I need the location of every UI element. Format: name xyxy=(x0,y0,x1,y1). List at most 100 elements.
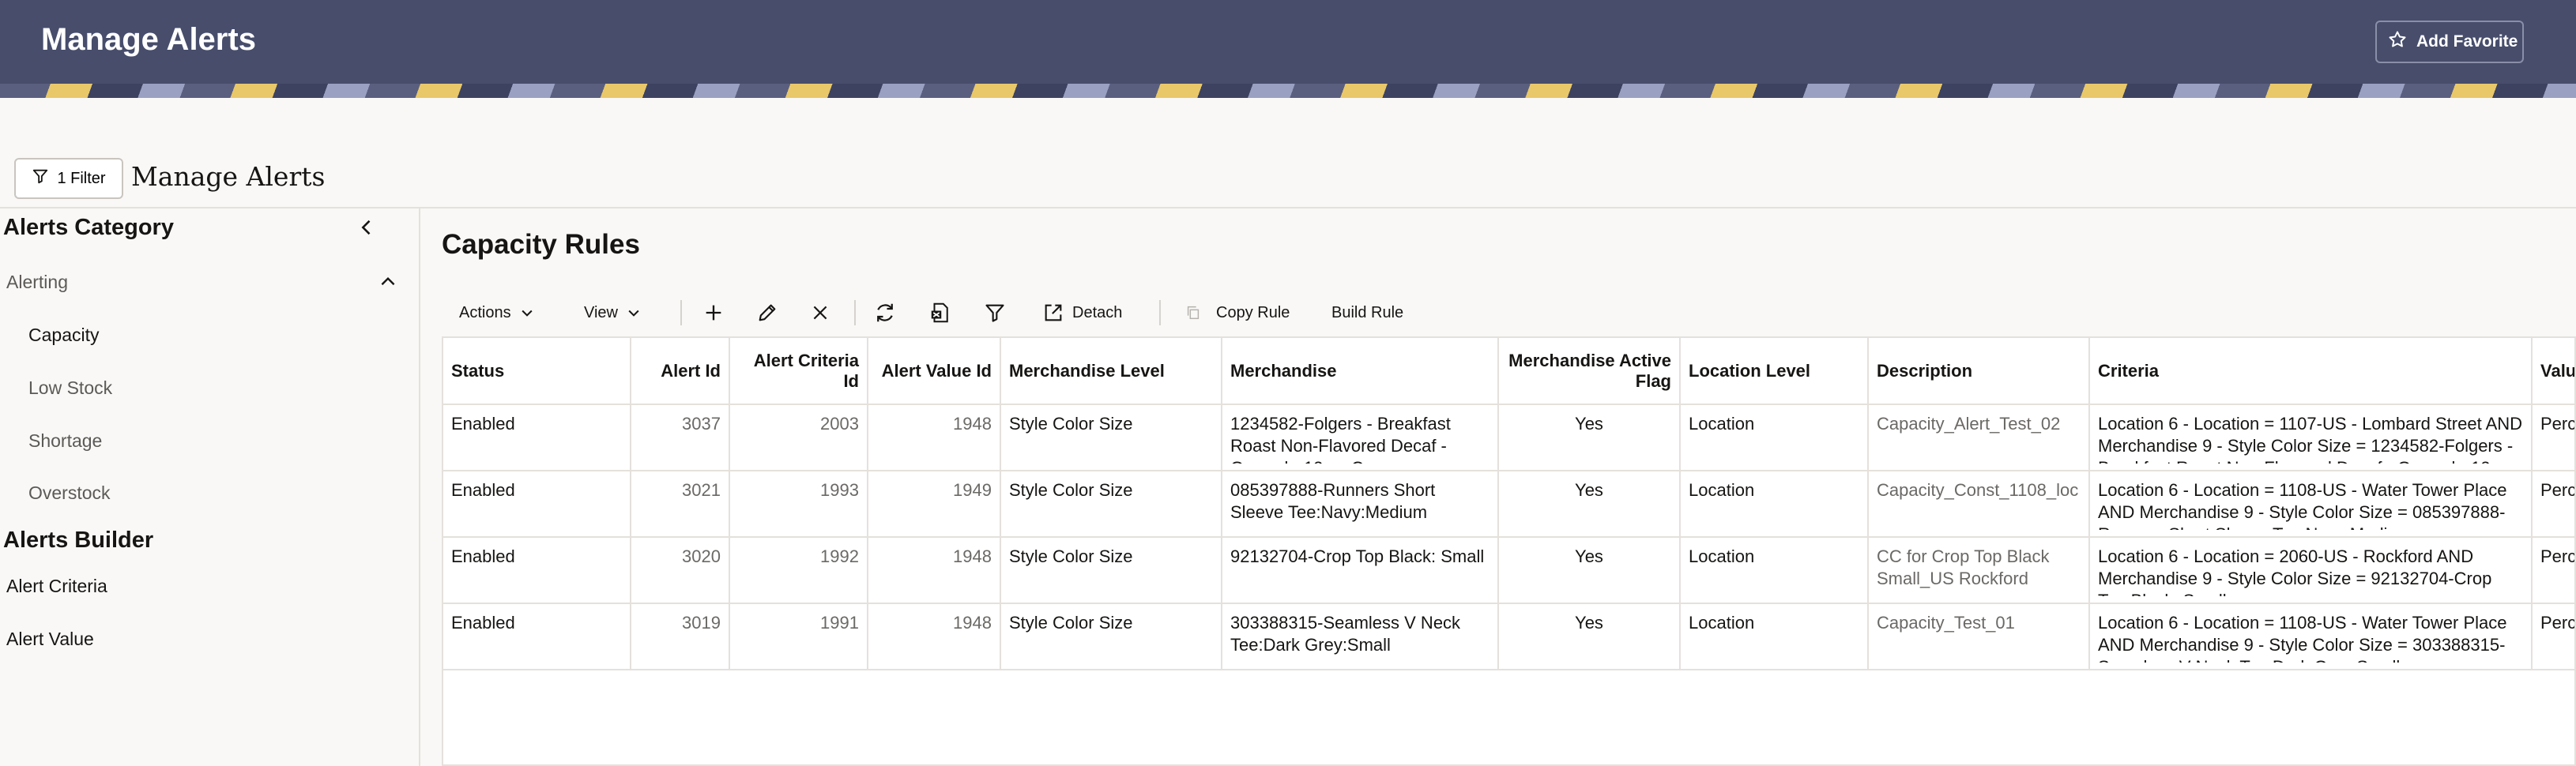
cell-status: Enabled xyxy=(443,471,631,538)
cell-value: Percentage Alert xyxy=(2532,537,2576,604)
cell-value: Percentage Alert xyxy=(2532,603,2574,670)
filter-toggle-button[interactable] xyxy=(984,287,1006,338)
cell-alert-criteria-id: 1991 xyxy=(729,603,868,670)
delete-button[interactable] xyxy=(810,287,830,338)
column-header-alert-id[interactable]: Alert Id xyxy=(631,338,730,405)
cell-criteria-text: Location 6 - Location = 1108-US - Water … xyxy=(2098,613,2507,663)
chevron-down-icon xyxy=(626,305,642,321)
main-panel: Capacity Rules Actions View Detach Copy … xyxy=(422,208,2576,766)
cell-value-text: Percentage Alert xyxy=(2540,546,2576,566)
page-title: Manage Alerts xyxy=(41,22,256,57)
sidebar-item-alert-value[interactable]: Alert Value xyxy=(6,629,94,650)
detach-label: Detach xyxy=(1072,303,1123,321)
sidebar-item-overstock[interactable]: Overstock xyxy=(28,483,111,504)
column-header-description[interactable]: Description xyxy=(1868,338,2090,405)
cell-alert-criteria-id: 1993 xyxy=(729,471,868,538)
filter-icon xyxy=(32,167,49,190)
refresh-button[interactable] xyxy=(873,287,897,338)
sidebar-group-alerting[interactable]: Alerting xyxy=(6,272,68,293)
table-row[interactable]: Enabled 3019 1991 1948 Style Color Size … xyxy=(443,603,2574,670)
cell-status: Enabled xyxy=(443,603,631,670)
column-header-merchandise-level[interactable]: Merchandise Level xyxy=(1000,338,1222,405)
cell-criteria: Location 6 - Location = 1107-US - Lombar… xyxy=(2089,404,2533,471)
copy-rule-button[interactable]: Copy Rule xyxy=(1184,287,1290,338)
cell-active-flag: Yes xyxy=(1498,537,1681,604)
build-rule-label: Build Rule xyxy=(1331,303,1404,321)
detach-icon xyxy=(1042,302,1064,324)
cell-location-level: Location xyxy=(1680,537,1869,604)
add-button[interactable] xyxy=(702,287,725,338)
cell-merchandise: 303388315-Seamless V Neck Tee:Dark Grey:… xyxy=(1222,603,1499,670)
cell-alert-id: 3037 xyxy=(631,404,730,471)
cell-alert-id: 3019 xyxy=(631,603,730,670)
table-header-row: Status Alert Id Alert Criteria Id Alert … xyxy=(443,338,2574,405)
capacity-rules-table: Status Alert Id Alert Criteria Id Alert … xyxy=(442,336,2576,766)
build-rule-button[interactable]: Build Rule xyxy=(1331,287,1403,338)
column-header-value[interactable]: Value xyxy=(2532,338,2574,405)
plus-icon xyxy=(702,302,725,324)
sidebar-item-shortage[interactable]: Shortage xyxy=(28,430,102,452)
cell-alert-criteria-id: 1992 xyxy=(729,537,868,604)
cell-active-flag: Yes xyxy=(1498,603,1681,670)
filter-button[interactable]: 1 Filter xyxy=(14,158,123,199)
cell-criteria-text: Location 6 - Location = 1107-US - Lombar… xyxy=(2098,414,2523,464)
table-row[interactable]: Enabled 3037 2003 1948 Style Color Size … xyxy=(443,404,2574,471)
sidebar-item-alert-criteria[interactable]: Alert Criteria xyxy=(6,576,107,597)
app-header: Manage Alerts Add Favorite xyxy=(0,0,2576,84)
cell-description-text: Capacity_Const_1108_loc xyxy=(1877,480,2079,500)
alerts-builder-heading: Alerts Builder xyxy=(3,528,154,553)
sidebar: Alerts Category Alerting Capacity Low St… xyxy=(0,208,420,766)
page-subtitle: Manage Alerts xyxy=(131,161,326,192)
pencil-icon xyxy=(756,302,778,324)
chevron-up-icon[interactable] xyxy=(378,272,398,292)
actions-menu-button[interactable]: Actions xyxy=(459,287,535,338)
refresh-icon xyxy=(873,301,897,325)
column-header-merchandise[interactable]: Merchandise xyxy=(1222,338,1499,405)
star-icon xyxy=(2388,30,2407,54)
export-button[interactable] xyxy=(928,287,952,338)
column-header-alert-value-id[interactable]: Alert Value Id xyxy=(868,338,1001,405)
cell-location-level: Location xyxy=(1680,603,1869,670)
filter-bar: 1 Filter Manage Alerts xyxy=(0,158,2576,208)
sidebar-item-low-stock[interactable]: Low Stock xyxy=(28,377,112,399)
cell-alert-value-id: 1948 xyxy=(868,537,1001,604)
cell-alert-id: 3020 xyxy=(631,537,730,604)
cell-value: Percentage Alert xyxy=(2532,404,2574,471)
cell-merchandise: 085397888-Runners Short Sleeve Tee:Navy:… xyxy=(1222,471,1499,538)
toolbar-divider xyxy=(1159,300,1161,325)
cell-value-text: Percentage Alert xyxy=(2540,480,2576,500)
cell-description-text: Capacity_Alert_Test_02 xyxy=(1877,414,2061,434)
alerts-category-heading: Alerts Category xyxy=(3,215,174,240)
cell-merchandise-level: Style Color Size xyxy=(1000,603,1222,670)
detach-button[interactable]: Detach xyxy=(1042,287,1122,338)
cell-merchandise-text: 92132704-Crop Top Black: Small xyxy=(1230,546,1485,566)
cell-alert-value-id: 1949 xyxy=(868,471,1001,538)
view-label: View xyxy=(584,303,618,321)
cell-status: Enabled xyxy=(443,404,631,471)
column-header-criteria[interactable]: Criteria xyxy=(2089,338,2533,405)
section-title: Capacity Rules xyxy=(442,229,640,260)
cell-merchandise-text: 1234582-Folgers - Breakfast Roast Non-Fl… xyxy=(1230,414,1451,464)
table-row[interactable]: Enabled 3020 1992 1948 Style Color Size … xyxy=(443,537,2576,604)
cell-value: Percentage Alert xyxy=(2532,471,2576,538)
cell-location-level: Location xyxy=(1680,471,1869,538)
view-menu-button[interactable]: View xyxy=(584,287,642,338)
add-favorite-label: Add Favorite xyxy=(2416,32,2518,51)
sidebar-item-capacity[interactable]: Capacity xyxy=(28,325,99,346)
column-header-alert-criteria-id[interactable]: Alert Criteria Id xyxy=(729,338,868,405)
cell-description-text: CC for Crop Top Black Small_US Rockford xyxy=(1877,546,2050,588)
edit-button[interactable] xyxy=(756,287,778,338)
cell-criteria-text: Location 6 - Location = 2060-US - Rockfo… xyxy=(2098,546,2492,596)
table-row[interactable]: Enabled 3021 1993 1949 Style Color Size … xyxy=(443,471,2576,538)
export-excel-icon xyxy=(928,301,952,325)
column-header-status[interactable]: Status xyxy=(443,338,631,405)
toolbar-divider xyxy=(680,300,682,325)
cell-description: Capacity_Alert_Test_02 xyxy=(1868,404,2090,471)
cell-active-flag: Yes xyxy=(1498,471,1681,538)
column-header-merchandise-active-flag[interactable]: Merchandise Active Flag xyxy=(1498,338,1681,405)
collapse-sidebar-icon[interactable] xyxy=(356,216,378,238)
table-toolbar: Actions View Detach Copy Rule Build Rule xyxy=(442,287,2575,338)
copy-icon xyxy=(1184,304,1202,321)
add-favorite-button[interactable]: Add Favorite xyxy=(2375,21,2524,63)
column-header-location-level[interactable]: Location Level xyxy=(1680,338,1869,405)
